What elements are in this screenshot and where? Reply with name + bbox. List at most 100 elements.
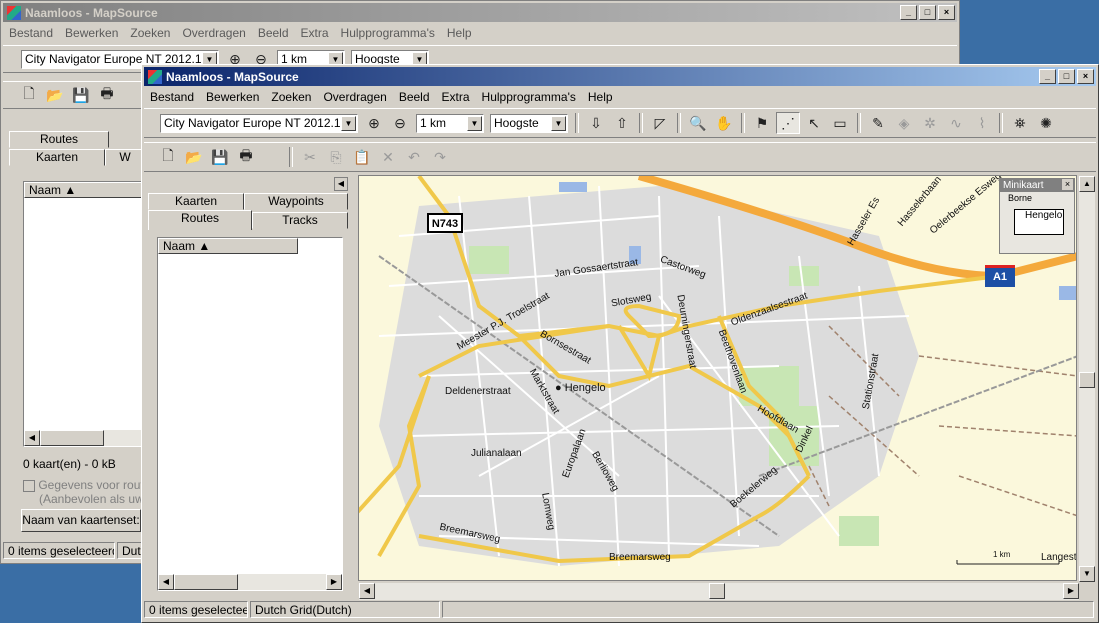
- route-tool-icon[interactable]: ⋰: [776, 112, 800, 134]
- map-product-select[interactable]: City Navigator Europe NT 2012.1 ▼: [160, 113, 358, 133]
- menu-zoeken[interactable]: Zoeken: [265, 90, 317, 104]
- back-titlebar[interactable]: Naamloos - MapSource _ □ ×: [3, 3, 957, 22]
- undo-icon[interactable]: ↶: [402, 146, 426, 168]
- horizontal-scrollbar[interactable]: ◀: [24, 430, 142, 446]
- menu-extra[interactable]: Extra: [295, 26, 335, 40]
- selection-arrow-icon[interactable]: ↖: [802, 112, 826, 134]
- minimize-button[interactable]: _: [900, 5, 917, 20]
- zoom-out-icon[interactable]: ⊖: [388, 112, 412, 134]
- find-places-icon[interactable]: ✺: [1034, 112, 1058, 134]
- tab-waypoints[interactable]: Waypoints: [244, 193, 348, 210]
- scroll-right-icon[interactable]: ▶: [1063, 583, 1079, 599]
- open-folder-icon[interactable]: 📂: [43, 84, 67, 106]
- detail-select[interactable]: Hoogste ▼: [490, 113, 568, 133]
- horizontal-scrollbar[interactable]: ◀ ▶: [158, 574, 342, 590]
- map-tool-icon[interactable]: ◸: [648, 112, 672, 134]
- pencil-tool-icon[interactable]: ✎: [866, 112, 890, 134]
- menu-overdragen[interactable]: Overdragen: [176, 26, 251, 40]
- menu-bestand[interactable]: Bestand: [3, 26, 59, 40]
- menu-zoeken[interactable]: Zoeken: [124, 26, 176, 40]
- scroll-right-icon[interactable]: ▶: [326, 574, 342, 590]
- scroll-down-icon[interactable]: ▼: [1079, 566, 1095, 582]
- maps-list[interactable]: Naam ▲ ◀: [23, 181, 154, 447]
- panel-collapse-arrow-icon[interactable]: ◀: [334, 177, 348, 191]
- minikaart-title: Minikaart ×: [1000, 179, 1074, 192]
- send-to-device-icon[interactable]: ⇧: [610, 112, 634, 134]
- scroll-up-icon[interactable]: ▲: [1079, 176, 1095, 192]
- receive-from-device-icon[interactable]: ⇩: [584, 112, 608, 134]
- maximize-button[interactable]: □: [1058, 69, 1075, 84]
- scroll-left-icon[interactable]: ◀: [158, 574, 174, 590]
- menu-beeld[interactable]: Beeld: [252, 26, 295, 40]
- minikaart-panel[interactable]: Minikaart × Borne Hengelo: [999, 178, 1075, 254]
- menu-bestand[interactable]: Bestand: [144, 90, 200, 104]
- track-tool-icon[interactable]: ⌇: [970, 112, 994, 134]
- name-column-header[interactable]: Naam ▲: [24, 182, 154, 198]
- water-area: [559, 182, 587, 192]
- eraser-tool-icon[interactable]: ◈: [892, 112, 916, 134]
- zoom-in-icon[interactable]: ⊕: [362, 112, 386, 134]
- waypoint-flag-icon[interactable]: ⚑: [750, 112, 774, 134]
- menu-hulpprogrammas[interactable]: Hulpprogramma's: [476, 90, 582, 104]
- maximize-button[interactable]: □: [919, 5, 936, 20]
- tab-kaarten[interactable]: Kaarten: [148, 193, 244, 210]
- scale-label: 1 km: [993, 550, 1011, 559]
- menu-help[interactable]: Help: [582, 90, 619, 104]
- separator: [677, 113, 681, 133]
- checkbox[interactable]: [23, 479, 35, 492]
- open-folder-icon[interactable]: 📂: [182, 146, 206, 168]
- street-label: Julianalaan: [471, 448, 522, 459]
- save-icon[interactable]: 💾: [69, 84, 93, 106]
- tab-kaarten[interactable]: Kaarten: [9, 149, 105, 166]
- cut-icon[interactable]: ✂: [298, 146, 322, 168]
- paste-icon[interactable]: 📋: [350, 146, 374, 168]
- separator: [857, 113, 861, 133]
- menu-beeld[interactable]: Beeld: [393, 90, 436, 104]
- print-icon[interactable]: 🖶: [234, 146, 258, 168]
- measure-tool-icon[interactable]: ▭: [828, 112, 852, 134]
- new-file-icon[interactable]: 🗋: [156, 146, 180, 168]
- separator: [289, 147, 293, 167]
- scroll-left-icon[interactable]: ◀: [359, 583, 375, 599]
- mapset-name-button[interactable]: Naam van kaartenset:: [21, 509, 141, 532]
- close-button[interactable]: ×: [938, 5, 955, 20]
- routes-list[interactable]: Naam ▲ ◀ ▶: [157, 237, 343, 591]
- scale-select[interactable]: 1 km ▼: [416, 113, 484, 133]
- menu-extra[interactable]: Extra: [436, 90, 476, 104]
- zoom-tool-icon[interactable]: 🔍: [686, 112, 710, 134]
- menu-bewerken[interactable]: Bewerken: [59, 26, 124, 40]
- close-button[interactable]: ×: [1077, 69, 1094, 84]
- delete-icon[interactable]: ✕: [376, 146, 400, 168]
- scroll-thumb[interactable]: [709, 583, 725, 599]
- menu-overdragen[interactable]: Overdragen: [317, 90, 392, 104]
- route-data-option[interactable]: Gegevens voor route (Aanbevolen als uw G: [23, 478, 153, 506]
- menu-hulpprogrammas[interactable]: Hulpprogramma's: [335, 26, 441, 40]
- tab-waypoints[interactable]: W: [105, 149, 145, 166]
- save-icon[interactable]: 💾: [208, 146, 232, 168]
- tab-tracks[interactable]: Tracks: [252, 212, 348, 229]
- new-file-icon[interactable]: 🗋: [17, 84, 41, 106]
- name-column-header[interactable]: Naam ▲: [158, 238, 298, 254]
- copy-icon[interactable]: ⎘: [324, 146, 348, 168]
- minikaart-close-icon[interactable]: ×: [1062, 179, 1073, 190]
- minikaart-viewport[interactable]: Hengelo: [1014, 209, 1064, 235]
- tab-routes[interactable]: Routes: [148, 210, 252, 230]
- menu-help[interactable]: Help: [441, 26, 478, 40]
- minimize-button[interactable]: _: [1039, 69, 1056, 84]
- scroll-left-icon[interactable]: ◀: [24, 430, 40, 446]
- map-view[interactable]: N743 A1 Jan Gossaertstraat Castorweg Slo…: [358, 175, 1077, 581]
- find-binoculars-icon[interactable]: ⛯: [1008, 112, 1032, 134]
- scroll-thumb[interactable]: [40, 430, 104, 446]
- scroll-thumb[interactable]: [1079, 372, 1095, 388]
- map-horizontal-scrollbar[interactable]: ◀ ▶: [359, 583, 1079, 600]
- menu-bewerken[interactable]: Bewerken: [200, 90, 265, 104]
- front-titlebar[interactable]: Naamloos - MapSource _ □ ×: [144, 67, 1096, 86]
- tab-routes[interactable]: Routes: [9, 131, 109, 148]
- print-icon[interactable]: 🖶: [95, 84, 119, 106]
- hand-tool-icon[interactable]: ✋: [712, 112, 736, 134]
- connect-tool-icon[interactable]: ∿: [944, 112, 968, 134]
- map-vertical-scrollbar[interactable]: ▲ ▼: [1079, 176, 1095, 582]
- divide-tool-icon[interactable]: ✲: [918, 112, 942, 134]
- redo-icon[interactable]: ↷: [428, 146, 452, 168]
- scroll-thumb[interactable]: [174, 574, 238, 590]
